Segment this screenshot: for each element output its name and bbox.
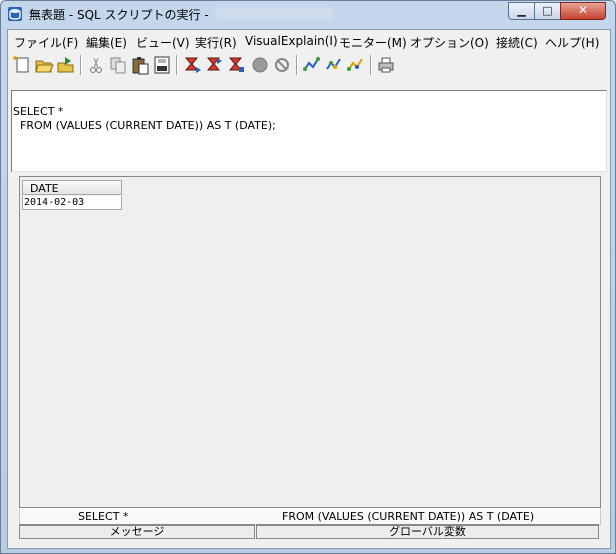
output-tabs: メッセージ グローバル変数 bbox=[19, 524, 599, 539]
new-file-icon[interactable] bbox=[12, 55, 32, 75]
toolbar-separator bbox=[370, 55, 372, 75]
explain-icon[interactable] bbox=[302, 55, 322, 75]
menu-run[interactable]: 実行(R) bbox=[195, 34, 237, 51]
tab-messages[interactable]: メッセージ bbox=[19, 524, 255, 539]
results-grid[interactable]: DATE 2014-02-03 bbox=[19, 176, 601, 508]
sql-line-1: SELECT * bbox=[13, 105, 64, 118]
connection-name-redacted bbox=[215, 8, 333, 20]
client-area: ファイル(F) 編集(E) ビュー(V) 実行(R) VisualExplain… bbox=[7, 29, 611, 549]
maximize-icon: □ bbox=[542, 4, 553, 17]
paste-icon[interactable] bbox=[130, 55, 150, 75]
menu-options[interactable]: オプション(O) bbox=[410, 34, 489, 51]
result-set-tab[interactable]: SELECT * FROM (VALUES (CURRENT DATE)) AS… bbox=[19, 508, 601, 525]
run-from-cursor-icon[interactable] bbox=[204, 55, 224, 75]
copy-icon[interactable] bbox=[108, 55, 128, 75]
sql-line-2: FROM (VALUES (CURRENT DATE)) AS T (DATE)… bbox=[13, 119, 276, 132]
menu-edit[interactable]: 編集(E) bbox=[86, 34, 127, 51]
app-window: 無表題 - SQL スクリプトの実行 - ▁ □ ✕ ファイル(F) 編集(E)… bbox=[0, 0, 616, 554]
tab-global-variables[interactable]: グローバル変数 bbox=[256, 524, 599, 539]
database-app-icon bbox=[7, 6, 23, 22]
print-icon[interactable] bbox=[376, 55, 396, 75]
sql-editor[interactable]: SELECT * FROM (VALUES (CURRENT DATE)) AS… bbox=[11, 90, 607, 172]
result-tab-text-from: FROM (VALUES (CURRENT DATE)) AS T (DATE) bbox=[282, 510, 535, 523]
toolbar-separator bbox=[80, 55, 82, 75]
menu-visual-explain[interactable]: VisualExplain(I) bbox=[245, 34, 338, 48]
toolbar-separator bbox=[296, 55, 298, 75]
explain-current-icon[interactable] bbox=[324, 55, 344, 75]
minimize-icon: ▁ bbox=[517, 4, 526, 17]
run-all-icon[interactable] bbox=[182, 55, 202, 75]
title-bar[interactable]: 無表題 - SQL スクリプトの実行 - ▁ □ ✕ bbox=[1, 1, 615, 27]
cut-icon[interactable] bbox=[86, 55, 106, 75]
run-selected-icon[interactable] bbox=[226, 55, 246, 75]
open-folder-icon[interactable] bbox=[34, 55, 54, 75]
menu-bar: ファイル(F) 編集(E) ビュー(V) 実行(R) VisualExplain… bbox=[8, 30, 610, 52]
menu-file[interactable]: ファイル(F) bbox=[14, 34, 78, 51]
toolbar-separator bbox=[176, 55, 178, 75]
menu-view[interactable]: ビュー(V) bbox=[136, 34, 190, 51]
result-tab-text-select: SELECT * bbox=[78, 510, 129, 523]
stop-icon[interactable] bbox=[250, 55, 270, 75]
close-icon: ✕ bbox=[577, 3, 589, 17]
grid-cell[interactable]: 2014-02-03 bbox=[22, 196, 122, 210]
menu-monitor[interactable]: モニター(M) bbox=[339, 34, 407, 51]
column-header-date[interactable]: DATE bbox=[22, 180, 122, 195]
sql-icon[interactable] bbox=[152, 55, 172, 75]
menu-connect[interactable]: 接続(C) bbox=[496, 34, 538, 51]
close-button[interactable]: ✕ bbox=[560, 2, 606, 20]
window-title: 無表題 - SQL スクリプトの実行 - bbox=[29, 8, 209, 22]
toolbar bbox=[8, 52, 610, 78]
explain-selected-icon[interactable] bbox=[346, 55, 366, 75]
cancel-icon[interactable] bbox=[272, 55, 292, 75]
save-icon[interactable] bbox=[56, 55, 76, 75]
minimize-button[interactable]: ▁ bbox=[508, 2, 535, 20]
maximize-button[interactable]: □ bbox=[534, 2, 561, 20]
menu-help[interactable]: ヘルプ(H) bbox=[545, 34, 599, 51]
